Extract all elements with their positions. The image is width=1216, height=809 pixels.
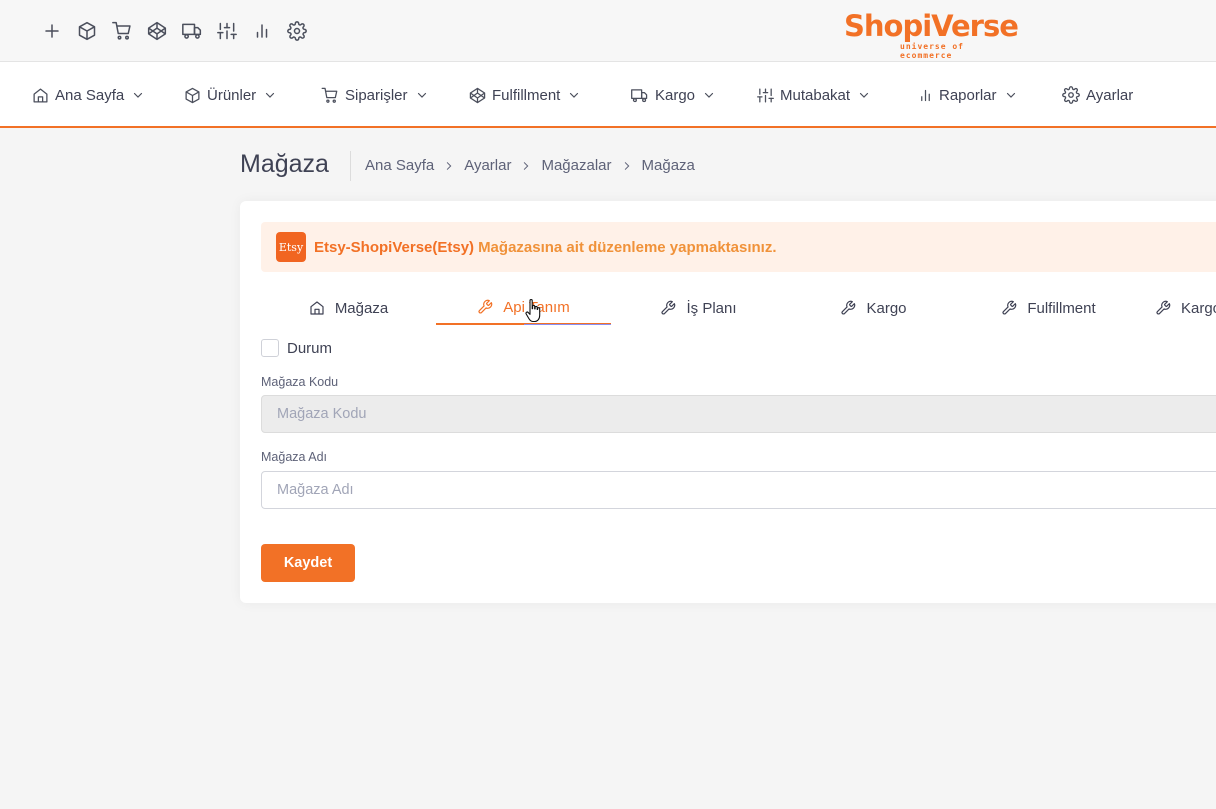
nav-label: Siparişler [345,86,408,104]
wrench-icon [660,300,676,316]
tab-label: Fulfillment [1027,299,1096,317]
wrench-icon [477,299,493,315]
wrench-icon [840,300,856,316]
codepen-icon[interactable] [139,18,174,44]
bar-chart-icon [918,87,933,104]
nav-item-ayarlar[interactable]: Ayarlar [1062,84,1133,106]
breadcrumb-magazalar[interactable]: Mağazalar [541,157,611,174]
breadcrumb-ayarlar[interactable]: Ayarlar [464,157,511,174]
tab-kargo[interactable]: Kargo [786,291,961,325]
tab-label: Kargo [1181,299,1216,317]
box-icon[interactable] [69,18,104,44]
edit-notice: Etsy Etsy-ShopiVerse(Etsy) Mağazasına ai… [261,222,1216,272]
codepen-icon [469,87,486,104]
store-code-input[interactable] [261,395,1216,433]
nav-item-mutabakat[interactable]: Mutabakat [757,84,870,106]
wrench-icon [1001,300,1017,316]
top-bar: ShopiVerse universe of ecommerce [0,0,1216,62]
main-nav: Ana Sayfa Ürünler Siparişler Fulfillment… [0,62,1216,128]
store-edit-card: Etsy Etsy-ShopiVerse(Etsy) Mağazasına ai… [240,201,1216,603]
breadcrumb-ana-sayfa[interactable]: Ana Sayfa [365,157,434,174]
notice-message: Mağazasına ait düzenleme yapmaktasınız. [478,238,777,256]
home-icon [309,300,325,316]
cart-icon [321,87,339,104]
store-name-label: Mağaza Adı [261,450,328,464]
brand-tagline: universe of ecommerce [900,42,964,60]
nav-label: Ürünler [207,86,257,104]
store-tabs: Mağaza Api Tanım İş Planı Kargo Fulfillm… [261,291,1216,325]
home-icon [32,87,49,104]
nav-label: Ayarlar [1086,86,1134,104]
nav-label: Fulfillment [492,86,561,104]
tab-fulfillment[interactable]: Fulfillment [961,291,1136,325]
status-checkbox[interactable] [261,339,279,357]
tab-magaza[interactable]: Mağaza [261,291,436,325]
tab-label: Kargo [866,299,907,317]
nav-item-siparisler[interactable]: Siparişler [321,84,428,106]
status-label: Durum [287,339,333,357]
box-icon [184,87,201,104]
chevron-down-icon [1005,89,1017,101]
nav-label: Raporlar [939,86,997,104]
chevron-right-icon [622,160,632,172]
gear-icon[interactable] [279,18,314,44]
notice-store-name: Etsy-ShopiVerse(Etsy) [314,238,475,256]
nav-item-ana-sayfa[interactable]: Ana Sayfa [32,84,144,106]
tab-kargo-2[interactable]: Kargo [1136,291,1216,325]
nav-item-fulfillment[interactable]: Fulfillment [469,84,580,106]
chevron-down-icon [264,89,276,101]
store-name-input[interactable] [261,471,1216,509]
cart-icon[interactable] [104,18,139,44]
hand-cursor-icon [525,298,543,324]
bar-chart-icon[interactable] [244,18,279,44]
plus-icon[interactable] [34,18,69,44]
nav-label: Ana Sayfa [55,86,125,104]
tab-api-tanim[interactable]: Api Tanım [436,291,611,325]
gear-icon [1062,86,1080,104]
nav-item-urunler[interactable]: Ürünler [184,84,276,106]
tab-is-plani[interactable]: İş Planı [611,291,786,325]
sliders-icon[interactable] [209,18,244,44]
tab-label: İş Planı [686,299,737,317]
truck-icon [630,87,649,104]
title-divider [350,151,351,181]
save-button[interactable]: Kaydet [261,544,355,582]
brand-name: ShopiVerse [844,9,1019,43]
chevron-down-icon [703,89,715,101]
page-title: Mağaza [240,150,329,178]
chevron-down-icon [416,89,428,101]
chevron-down-icon [858,89,870,101]
chevron-right-icon [444,160,454,172]
truck-icon[interactable] [174,18,209,44]
chevron-right-icon [521,160,531,172]
chevron-down-icon [568,89,580,101]
etsy-logo: Etsy [276,232,306,262]
sliders-icon [757,87,774,104]
store-code-label: Mağaza Kodu [261,375,339,389]
status-row: Durum [261,339,332,357]
brand-logo[interactable]: ShopiVerse universe of ecommerce [844,9,1019,60]
nav-label: Kargo [655,86,696,104]
breadcrumb-magaza: Mağaza [641,157,695,174]
chevron-down-icon [132,89,144,101]
tab-label: Mağaza [334,299,389,317]
nav-item-raporlar[interactable]: Raporlar [918,84,1017,106]
wrench-icon [1155,300,1171,316]
nav-label: Mutabakat [780,86,851,104]
quick-actions [34,18,314,44]
nav-item-kargo[interactable]: Kargo [630,84,715,106]
breadcrumb: Ana Sayfa Ayarlar Mağazalar Mağaza [365,157,695,174]
